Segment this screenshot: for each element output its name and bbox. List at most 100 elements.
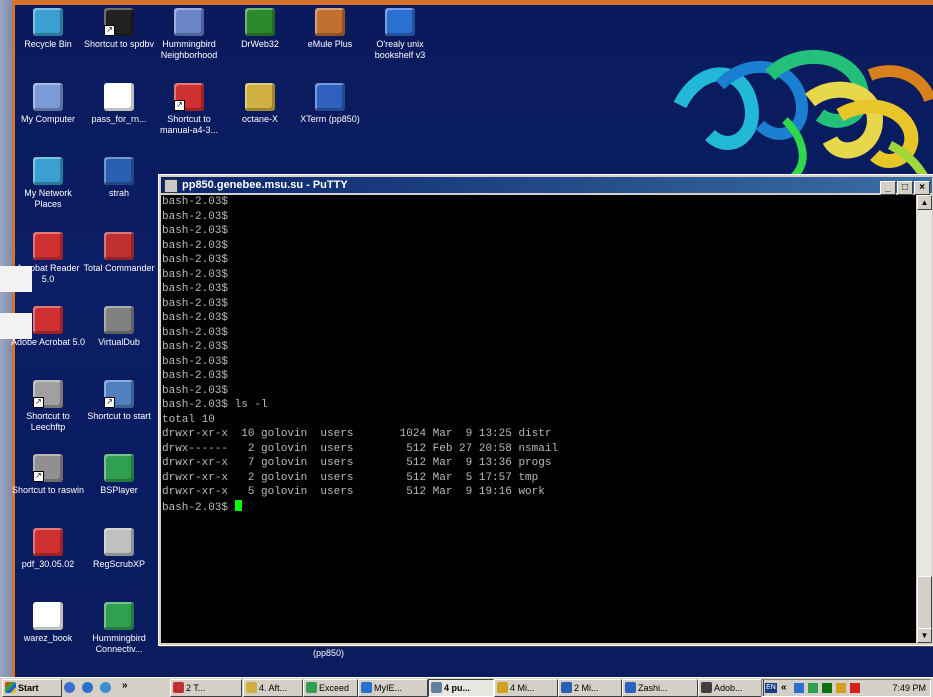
taskbar-button[interactable]: Adob... bbox=[698, 679, 764, 697]
desktop-icon[interactable]: ↗ Shortcut to spdbv bbox=[81, 8, 157, 50]
desktop-icon[interactable]: VirtualDub bbox=[81, 306, 157, 348]
scrollbar-thumb[interactable] bbox=[917, 576, 932, 630]
desktop-icon[interactable]: ↗ Shortcut to start bbox=[81, 380, 157, 422]
taskbar-app-icon bbox=[497, 682, 508, 693]
terminal-line: bash-2.03$ bbox=[162, 254, 229, 266]
desktop-top-border bbox=[0, 0, 933, 5]
desktop-icon[interactable]: XTerm (pp850) bbox=[292, 83, 368, 125]
scroll-up-arrow-icon[interactable]: ▲ bbox=[917, 195, 932, 210]
word-doc-icon bbox=[104, 157, 134, 185]
desktop-icon[interactable]: Adobe Acrobat 5.0 bbox=[10, 306, 86, 348]
language-indicator[interactable]: EN bbox=[765, 683, 777, 693]
desktop-icon[interactable]: RegScrubXP bbox=[81, 528, 157, 570]
quicklaunch-chevron[interactable]: » bbox=[122, 680, 128, 691]
start-label: Start bbox=[18, 683, 39, 693]
taskbar-button[interactable]: Zashi... bbox=[622, 679, 698, 697]
desktop-icon[interactable]: strah bbox=[81, 157, 157, 199]
taskbar-button-label: Zashi... bbox=[638, 683, 668, 693]
grid-tool-icon bbox=[104, 528, 134, 556]
terminal-line: bash-2.03$ bbox=[162, 210, 229, 223]
shortcut-arrow-icon: ↗ bbox=[174, 100, 185, 111]
system-tray: EN « 7:49 PM bbox=[761, 679, 931, 697]
desktop-icon-label: DrWeb32 bbox=[241, 39, 279, 49]
recycle-bin-icon bbox=[33, 8, 63, 36]
desktop-icon[interactable]: BSPlayer bbox=[81, 454, 157, 496]
ie-quicklaunch-icon[interactable] bbox=[100, 682, 111, 693]
desktop-icon-label: warez_book bbox=[23, 633, 73, 643]
desktop-icon-label: octane-X bbox=[241, 114, 279, 124]
taskbar-app-icon bbox=[306, 682, 317, 693]
desktop-icon[interactable]: Acrobat Reader 5.0 bbox=[10, 232, 86, 285]
desktop-icon-label: strah bbox=[108, 188, 129, 198]
tray-status-icon[interactable] bbox=[822, 683, 832, 693]
desktop-icon[interactable]: pdf_30.05.02 bbox=[10, 528, 86, 570]
taskbar-button[interactable]: Exceed bbox=[303, 679, 358, 697]
desktop-icon-label: pdf_30.05.02 bbox=[21, 559, 75, 569]
vertical-scrollbar[interactable]: ▲ ▼ bbox=[917, 195, 932, 643]
taskbar-app-icon bbox=[173, 682, 184, 693]
desktop-icon[interactable]: My Computer bbox=[10, 83, 86, 125]
tray-expand-chevron[interactable]: « bbox=[781, 680, 787, 696]
tray-messenger-icon[interactable] bbox=[836, 683, 846, 693]
desktop-icon-label: BSPlayer bbox=[100, 485, 138, 495]
tray-network-icon[interactable] bbox=[808, 683, 818, 693]
putty-window[interactable]: pp850.genebee.msu.su - PuTTY _ □ × bash-2.… bbox=[158, 174, 933, 646]
player-icon bbox=[104, 454, 134, 482]
putty-titlebar[interactable]: pp850.genebee.msu.su - PuTTY _ □ × bbox=[161, 177, 932, 195]
desktop-icon[interactable]: Recycle Bin bbox=[10, 8, 86, 50]
taskbar-button[interactable]: 4. Aft... bbox=[243, 679, 303, 697]
tray-app-icon[interactable] bbox=[794, 683, 804, 693]
xterm-desktop-label: (pp850) bbox=[313, 648, 345, 658]
desktop-icon[interactable]: DrWeb32 bbox=[222, 8, 298, 50]
taskbar-app-icon bbox=[431, 682, 442, 693]
putty-window-title: pp850.genebee.msu.su - PuTTY bbox=[182, 179, 348, 191]
tray-antivirus-icon[interactable] bbox=[850, 683, 860, 693]
desktop-icon[interactable]: ↗ Shortcut to Leechftp bbox=[10, 380, 86, 433]
browser-quicklaunch-icon[interactable] bbox=[82, 682, 93, 693]
putty-app-icon[interactable] bbox=[164, 179, 178, 193]
taskbar-button[interactable]: 2 T... bbox=[170, 679, 242, 697]
taskbar-button[interactable]: 4 Mi... bbox=[494, 679, 558, 697]
acrobat-icon bbox=[33, 306, 63, 334]
desktop-icon[interactable]: pass_for_rn... bbox=[81, 83, 157, 125]
taskbar-button[interactable]: 4 pu... bbox=[428, 679, 494, 697]
terminal-cursor bbox=[234, 499, 242, 511]
desktop-icon[interactable]: Hummingbird Connectiv... bbox=[81, 602, 157, 655]
desktop-icon[interactable]: Total Commander bbox=[81, 232, 157, 274]
pdf-icon bbox=[33, 528, 63, 556]
desktop-icon[interactable]: O'realy unix bookshelf v3 bbox=[362, 8, 438, 61]
taskbar-app-icon bbox=[561, 682, 572, 693]
taskbar-app-icon bbox=[246, 682, 257, 693]
maximize-button[interactable]: □ bbox=[897, 181, 913, 195]
minimize-button[interactable]: _ bbox=[880, 181, 896, 195]
desktop-icon[interactable]: Hummingbird Neighborhood bbox=[151, 8, 227, 61]
scroll-down-arrow-icon[interactable]: ▼ bbox=[917, 628, 932, 643]
terminal-output[interactable]: bash-2.03$ bash-2.03$ bash-2.03$ bash-2.03$… bbox=[161, 195, 916, 643]
desktop-icon-label: Hummingbird Connectiv... bbox=[92, 633, 146, 654]
film-icon bbox=[104, 306, 134, 334]
desktop-icon[interactable]: octane-X bbox=[222, 83, 298, 125]
desktop-icon-label: RegScrubXP bbox=[92, 559, 146, 569]
desktop-quicklaunch-icon[interactable] bbox=[64, 682, 75, 693]
desktop-icon[interactable]: ↗ Shortcut to raswin bbox=[10, 454, 86, 496]
start-button[interactable]: Start bbox=[2, 679, 62, 697]
desktop-icon[interactable]: warez_book bbox=[10, 602, 86, 644]
desktop-icon[interactable]: eMule Plus bbox=[292, 8, 368, 50]
desktop-icon[interactable]: My Network Places bbox=[10, 157, 86, 210]
terminal-prompt: bash-2.03$ bbox=[162, 501, 235, 514]
clock[interactable]: 7:49 PM bbox=[892, 680, 926, 696]
taskbar-button[interactable]: MyIE... bbox=[358, 679, 428, 697]
protein-wallpaper-graphic bbox=[673, 49, 933, 185]
text-file-icon bbox=[104, 83, 134, 111]
desktop-icon[interactable]: ↗ Shortcut to manual-a4-3... bbox=[151, 83, 227, 136]
desktop-icon-label: Hummingbird Neighborhood bbox=[160, 39, 218, 60]
taskbar-app-icon bbox=[701, 682, 712, 693]
terminal-line: bash-2.03$ bbox=[162, 297, 229, 310]
taskbar-button[interactable]: 2 Mi... bbox=[558, 679, 622, 697]
terminal-line: bash-2.03$ bbox=[162, 326, 229, 339]
floppy-icon bbox=[104, 232, 134, 260]
terminal-line: bash-2.03$ bbox=[162, 225, 229, 237]
desktop-icon-label: Shortcut to manual-a4-3... bbox=[159, 114, 219, 135]
terminal-line: drwxr-xr-x 7 golovin users 512 Mar 9 13:… bbox=[162, 457, 552, 469]
close-button[interactable]: × bbox=[914, 181, 930, 195]
